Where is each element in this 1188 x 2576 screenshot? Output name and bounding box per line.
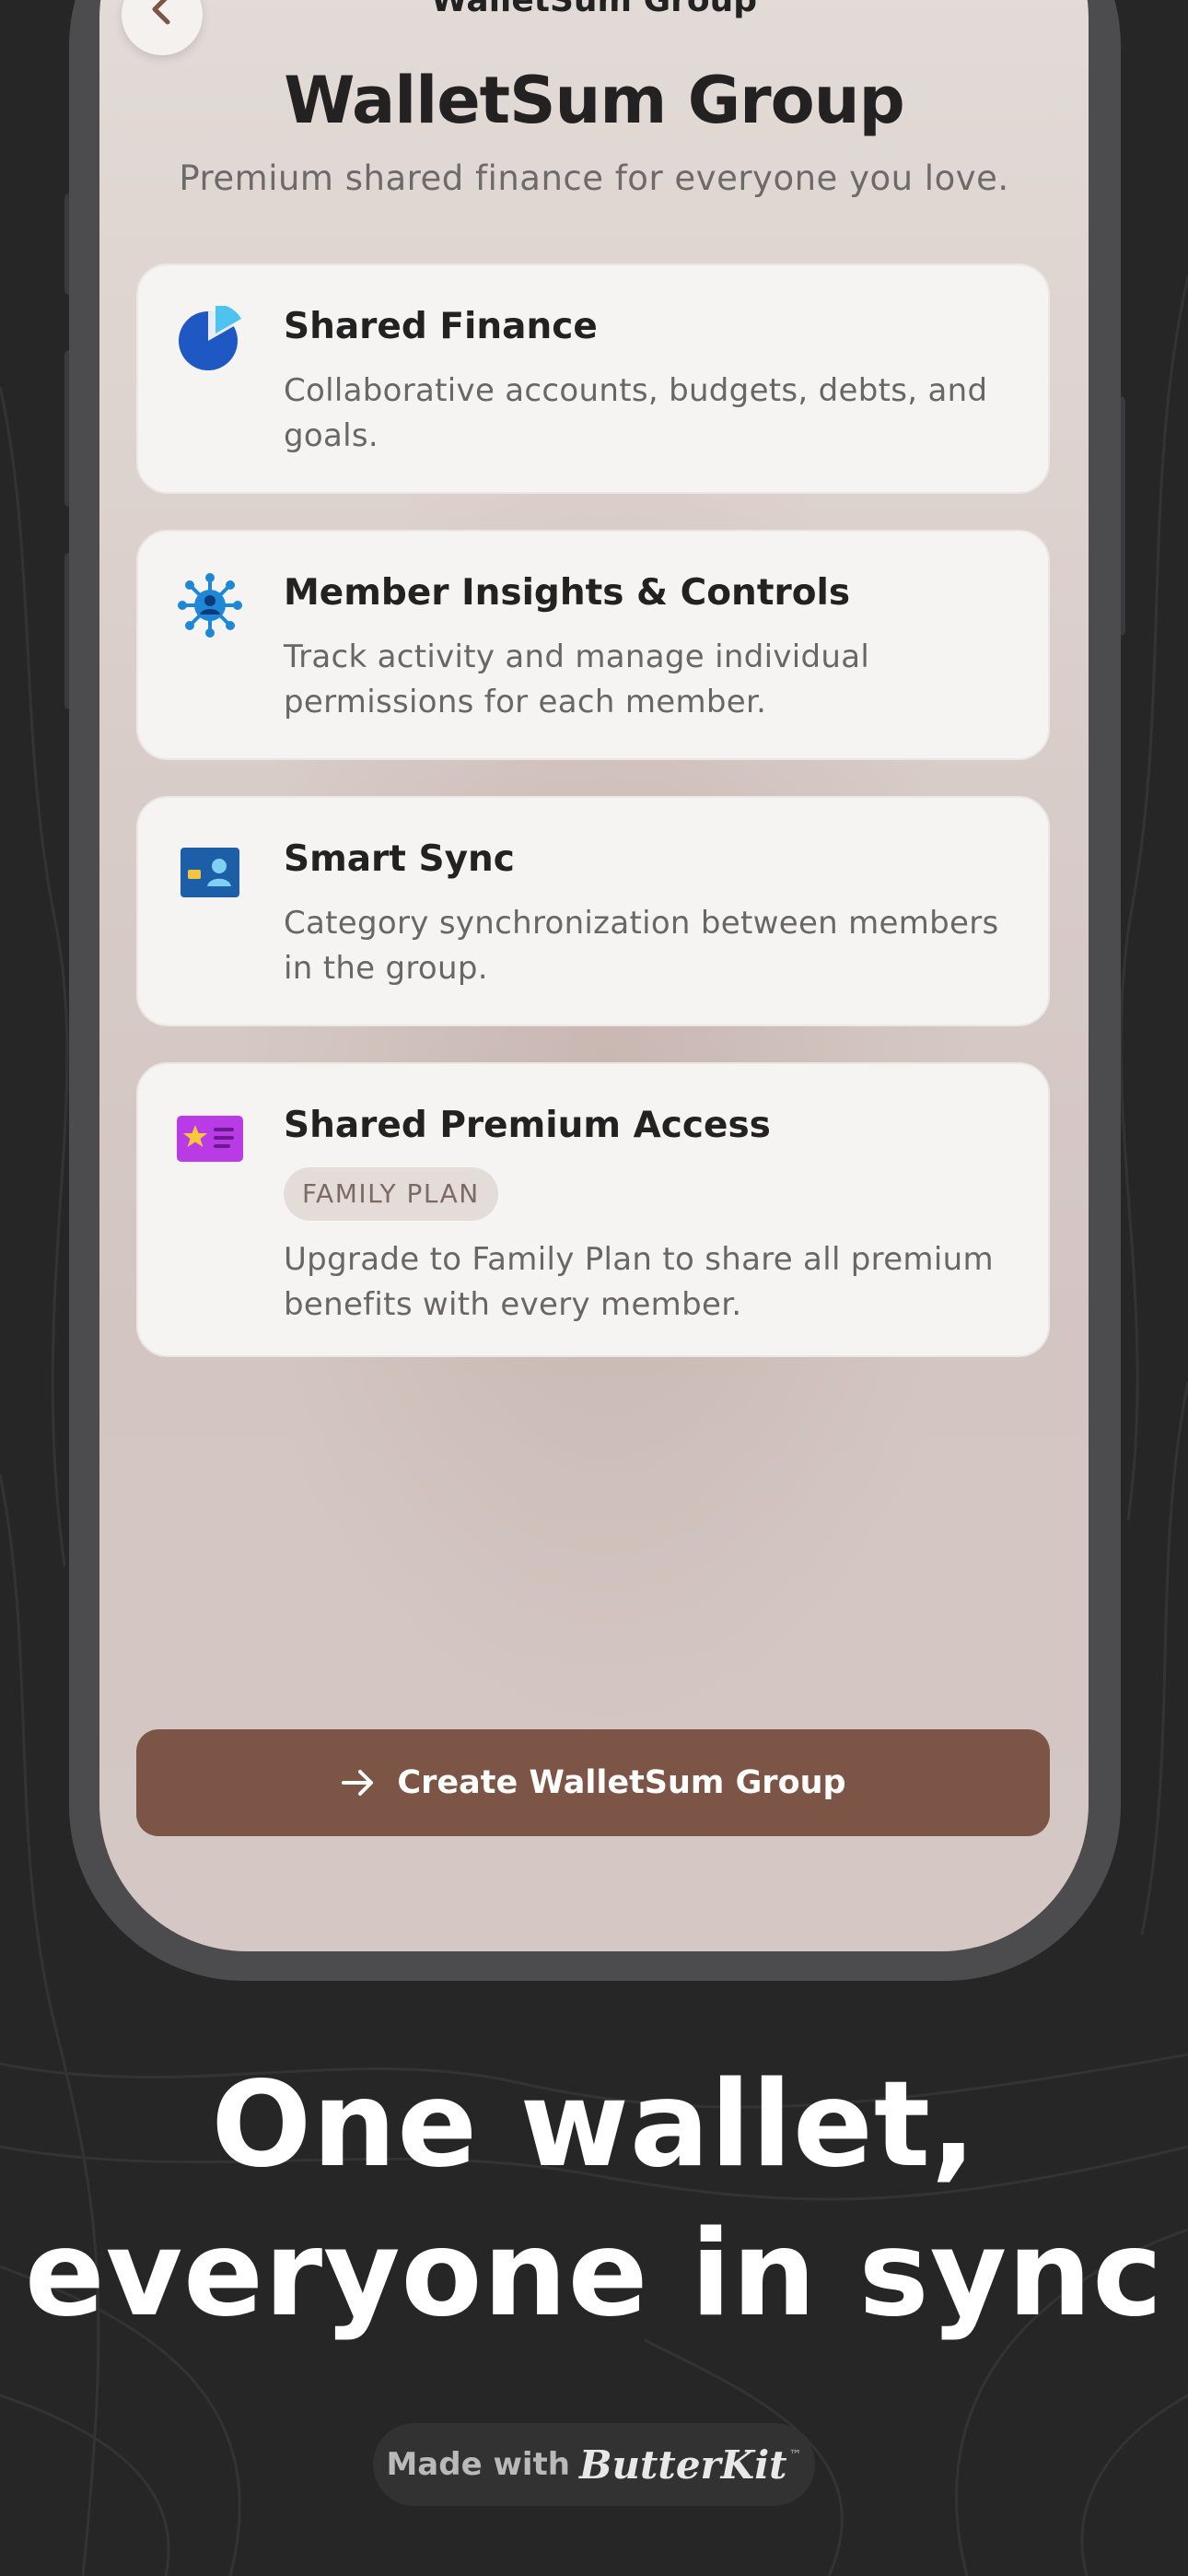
pie-chart-icon [179, 306, 241, 370]
star-card-icon [177, 1116, 243, 1162]
arrow-right-icon [342, 1770, 374, 1796]
feature-card-shared-premium: Shared Premium Access FAMILY PLAN Upgrad… [136, 1062, 1050, 1357]
create-group-button-label: Create WalletSum Group [397, 1764, 846, 1801]
feature-card-shared-finance: Shared Finance Collaborative accounts, b… [136, 263, 1050, 494]
feature-description: Track activity and manage individual per… [284, 638, 870, 720]
nav-title: WalletSum Group [430, 0, 758, 19]
headline-line-2: everyone in sync [24, 2206, 1164, 2343]
page-title: WalletSum Group [284, 63, 904, 138]
feature-title: Shared Premium Access [284, 1105, 771, 1146]
feature-title: Smart Sync [284, 838, 515, 880]
family-plan-badge: FAMILY PLAN [284, 1167, 498, 1221]
page-subtitle: Premium shared finance for everyone you … [179, 158, 1009, 198]
feature-description: Category synchronization between members… [284, 905, 999, 987]
feature-title: Shared Finance [284, 306, 598, 347]
feature-card-smart-sync: Smart Sync Category synchronization betw… [136, 796, 1050, 1026]
feature-description: Upgrade to Family Plan to share all prem… [284, 1241, 994, 1323]
phone-screen: WalletSum Group WalletSum Group Premium … [99, 0, 1089, 1951]
contact-card-icon [181, 848, 239, 897]
headline-line-1: One wallet, [211, 2056, 977, 2194]
made-with-label: Made with [386, 2446, 570, 2483]
butterkit-logo: ButterKit [579, 2441, 787, 2488]
feature-description: Collaborative accounts, budgets, debts, … [284, 372, 988, 454]
trademark-mark: ™ [788, 2448, 802, 2463]
create-group-button[interactable]: Create WalletSum Group [136, 1729, 1050, 1836]
feature-card-member-insights: Member Insights & Controls Track activit… [136, 530, 1050, 760]
feature-title: Member Insights & Controls [284, 572, 851, 614]
member-network-icon [178, 573, 242, 638]
made-with-badge: Made with ButterKit ™ [373, 2423, 815, 2506]
